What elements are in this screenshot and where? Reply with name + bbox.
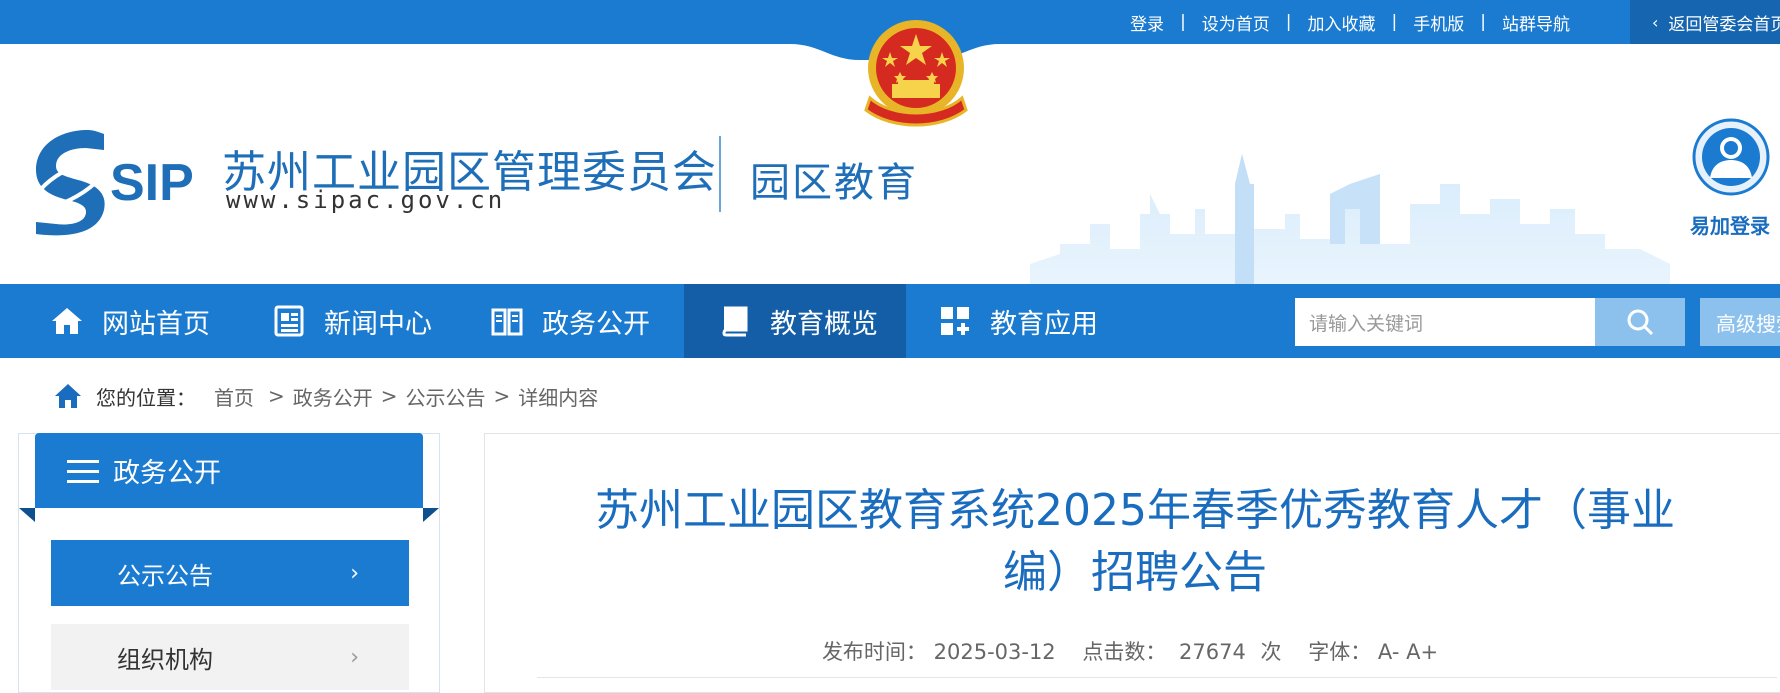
national-emblem-icon xyxy=(864,20,968,127)
article-panel: 苏州工业园区教育系统2025年春季优秀教育人才（事业 编）招聘公告 发布时间： … xyxy=(484,433,1780,693)
nav-education-overview[interactable]: 教育概览 xyxy=(684,284,906,358)
back-to-committee-button[interactable]: ‹ 返回管委会首页 xyxy=(1630,0,1780,44)
divider: | xyxy=(1391,12,1398,32)
clicks-label: 点击数： xyxy=(1082,640,1167,664)
home-icon xyxy=(55,384,81,408)
breadcrumb-announcements[interactable]: 公示公告 xyxy=(406,382,486,411)
font-increase-button[interactable]: A+ xyxy=(1406,640,1438,664)
nav-news[interactable]: 新闻中心 xyxy=(272,284,452,358)
top-links: 登录 | 设为首页 | 加入收藏 | 手机版 | 站群导航 xyxy=(1130,0,1570,44)
font-decrease-button[interactable]: A- xyxy=(1378,640,1399,664)
city-skyline-image xyxy=(1030,154,1670,284)
sidebar-item-label: 公示公告 xyxy=(117,561,213,590)
breadcrumb-separator: > xyxy=(493,384,511,408)
sidebar-item-organization[interactable]: 组织机构 › xyxy=(51,624,409,690)
login-link[interactable]: 登录 xyxy=(1130,10,1164,35)
divider: | xyxy=(1480,12,1486,32)
article-title-line: 苏州工业园区教育系统2025年春季优秀教育人才（事业 xyxy=(595,485,1675,536)
sidebar-item-label: 组织机构 xyxy=(117,645,213,674)
meta-divider xyxy=(537,677,1777,678)
advanced-search-button[interactable]: 高级搜索 xyxy=(1700,298,1780,346)
breadcrumb-prefix: 您的位置： xyxy=(96,385,196,410)
chevron-right-icon: › xyxy=(350,561,359,586)
add-favorite-link[interactable]: 加入收藏 xyxy=(1308,10,1376,35)
sidebar: 政务公开 公示公告 › 组织机构 › xyxy=(18,433,440,693)
nav-news-label: 新闻中心 xyxy=(324,308,432,340)
yijia-login-label: 易加登录 xyxy=(1690,214,1770,238)
nav-education-apps-label: 教育应用 xyxy=(990,308,1098,340)
yijia-login-widget[interactable]: 易加登录 xyxy=(1690,118,1780,248)
nav-home[interactable]: 网站首页 xyxy=(50,284,230,358)
divider: | xyxy=(1285,12,1292,32)
publish-label: 发布时间： xyxy=(821,640,927,664)
site-group-nav-link[interactable]: 站群导航 xyxy=(1502,10,1570,35)
ribbon-fold xyxy=(423,508,439,522)
section-name: 园区教育 xyxy=(750,160,918,206)
search-button[interactable] xyxy=(1595,298,1685,346)
search-icon xyxy=(1627,309,1654,336)
nav-gov-affairs[interactable]: 政务公开 xyxy=(490,284,670,358)
publish-date: 2025-03-12 xyxy=(933,640,1056,664)
breadcrumb-separator: > xyxy=(268,384,285,408)
mobile-version-link[interactable]: 手机版 xyxy=(1413,10,1464,35)
breadcrumb-current: 详细内容 xyxy=(518,385,599,410)
nav-home-label: 网站首页 xyxy=(102,308,210,340)
header-divider xyxy=(719,136,721,212)
sip-logo-icon: SIP xyxy=(32,130,194,236)
click-count: 27674 xyxy=(1179,640,1246,664)
breadcrumb-home[interactable]: 首页 xyxy=(214,382,254,411)
article-title: 苏州工业园区教育系统2025年春季优秀教育人才（事业 编）招聘公告 xyxy=(565,480,1705,604)
search-placeholder: 请输入关键词 xyxy=(1309,312,1424,335)
breadcrumb-separator: > xyxy=(380,384,398,408)
apps-icon xyxy=(941,307,969,335)
chevron-left-icon: ‹ xyxy=(1652,12,1659,32)
user-avatar-icon xyxy=(1692,118,1770,196)
org-url: www.sipac.gov.cn xyxy=(226,186,506,214)
sidebar-item-announcements[interactable]: 公示公告 › xyxy=(51,540,409,606)
breadcrumb: 您的位置： 首页 > 政务公开 > 公示公告 > 详细内容 xyxy=(54,382,598,410)
article-title-line: 编）招聘公告 xyxy=(1003,547,1267,598)
book-open-icon xyxy=(491,308,523,336)
chevron-right-icon: › xyxy=(350,645,359,670)
article-meta: 发布时间： 2025-03-12 点击数： 27674 次 字体： A- A+ xyxy=(485,636,1775,666)
nav-education-overview-label: 教育概览 xyxy=(770,308,878,340)
book-icon xyxy=(722,306,748,337)
news-icon xyxy=(274,305,304,337)
logo-text: SIP xyxy=(110,154,194,212)
menu-icon xyxy=(67,459,99,483)
sidebar-header: 政务公开 xyxy=(35,433,423,508)
nav-gov-affairs-label: 政务公开 xyxy=(542,308,650,340)
sidebar-title: 政务公开 xyxy=(113,458,221,489)
search-input[interactable]: 请输入关键词 xyxy=(1295,298,1595,346)
clicks-unit: 次 xyxy=(1260,640,1282,664)
font-size-label: 字体： xyxy=(1308,640,1372,664)
breadcrumb-gov-affairs[interactable]: 政务公开 xyxy=(293,382,373,411)
nav-education-apps[interactable]: 教育应用 xyxy=(938,284,1118,358)
home-icon xyxy=(52,308,82,334)
back-label: 返回管委会首页 xyxy=(1668,14,1780,35)
set-homepage-link[interactable]: 设为首页 xyxy=(1202,10,1270,35)
ribbon-fold xyxy=(19,508,35,522)
main-nav: 网站首页 新闻中心 政务公开 教育概览 教育应用 请输入关键词 高级搜 xyxy=(0,284,1780,358)
divider: | xyxy=(1180,12,1186,32)
